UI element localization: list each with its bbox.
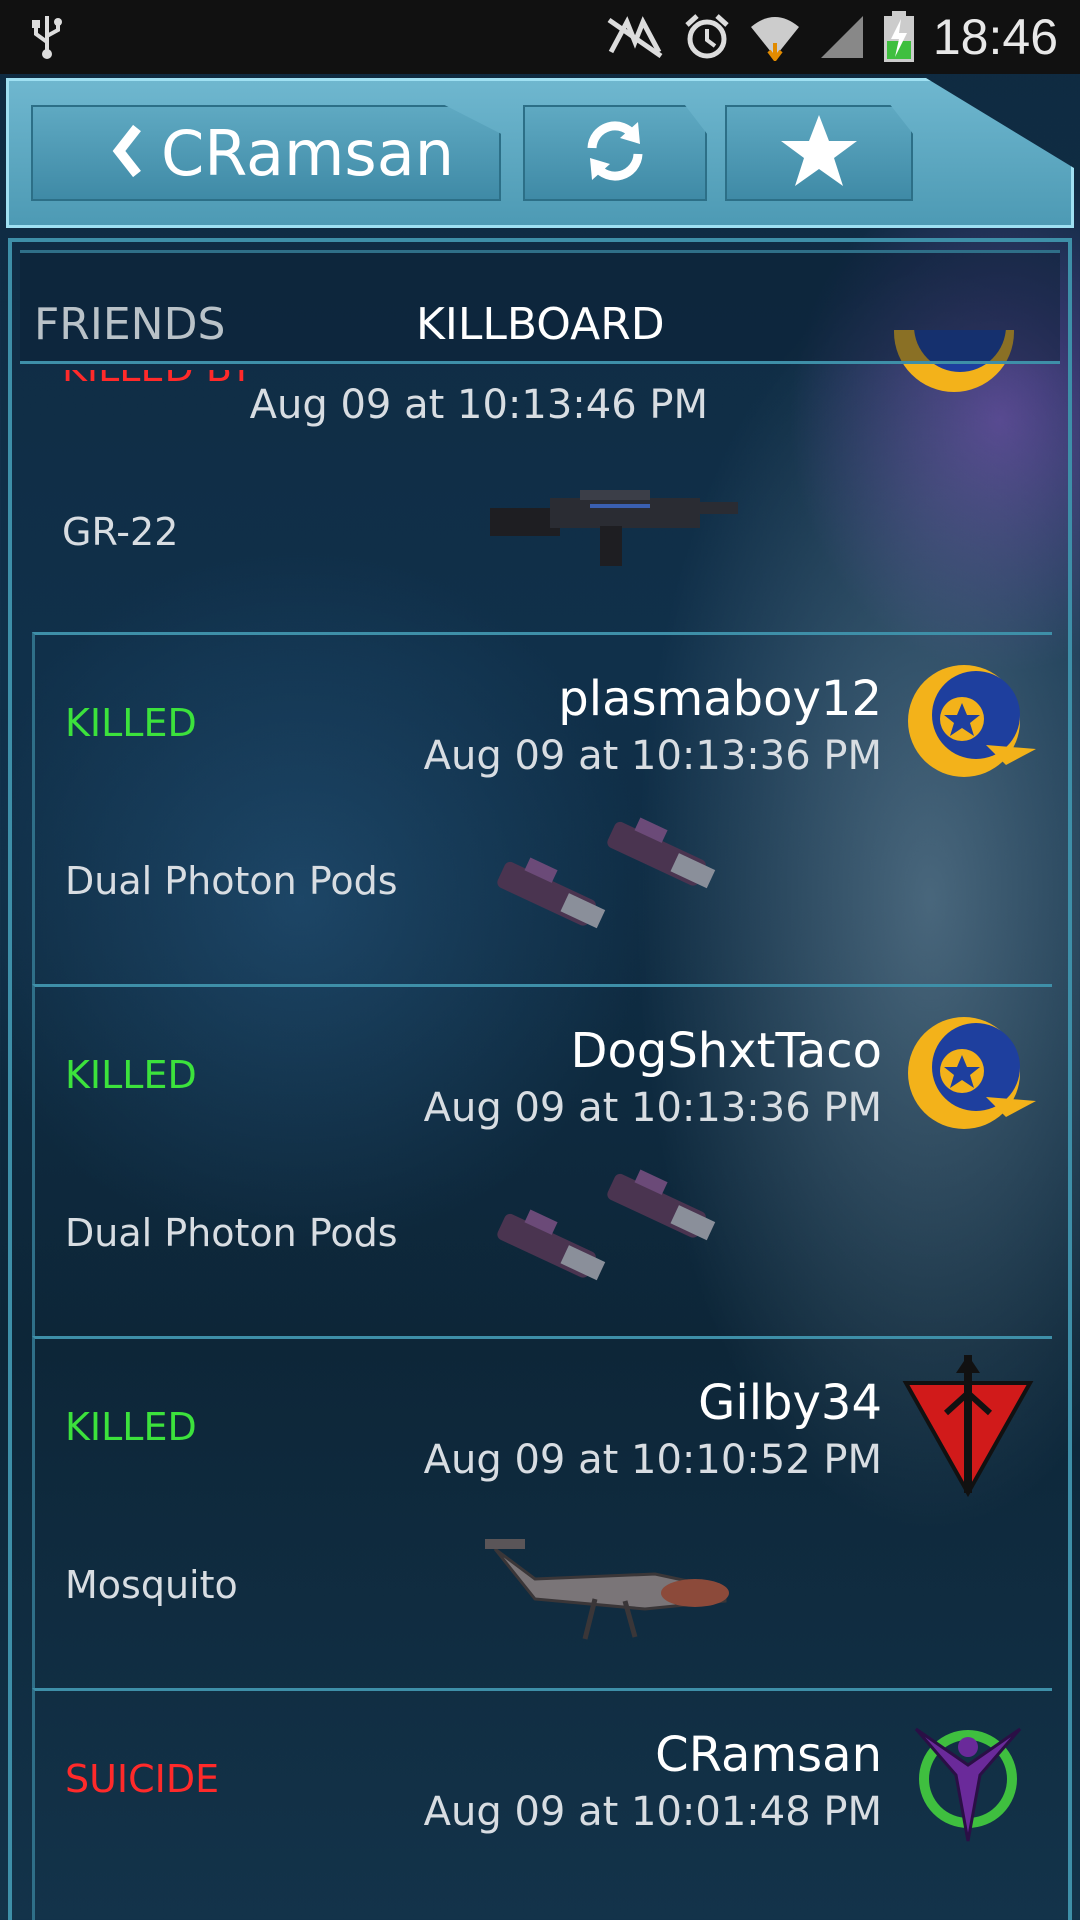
player-name: Gilby34 (698, 1375, 882, 1431)
kill-timestamp: Aug 09 at 10:10:52 PM (423, 1437, 882, 1483)
favorite-button[interactable] (725, 105, 913, 201)
kill-timestamp: Aug 09 at 10:13:36 PM (423, 733, 882, 779)
vanu-sovereignty-emblem-icon (896, 1705, 1040, 1849)
killboard-row[interactable]: SUICIDE CRamsan Aug 09 at 10:01:48 PM (32, 1688, 1052, 1920)
killboard-row[interactable]: KILLED plasmaboy12 Aug 09 at 10:13:36 PM… (32, 632, 1052, 987)
back-button[interactable]: CRamsan (31, 105, 501, 201)
player-name: DogShxtTaco (570, 1023, 882, 1079)
kill-status: KILLED (65, 1405, 197, 1449)
status-time: 18:46 (932, 9, 1058, 65)
chevron-left-icon (111, 124, 145, 182)
tab-killboard[interactable]: KILLBOARD (416, 299, 665, 350)
battery-charging-icon (883, 11, 915, 63)
status-bar: 18:46 (0, 0, 1080, 74)
wifi-icon (749, 13, 801, 61)
weapon-name: Dual Photon Pods (65, 1211, 398, 1255)
kill-status: KILLED (65, 1053, 197, 1097)
terran-republic-emblem-icon (896, 1001, 1040, 1145)
usb-icon (30, 14, 64, 60)
player-name: plasmaboy12 (558, 671, 882, 727)
partial-weapon: GR-22 (62, 510, 179, 554)
action-bar: CRamsan (6, 78, 1074, 228)
killboard-row[interactable]: KILLED Gilby34 Aug 09 at 10:10:52 PM Mos… (32, 1336, 1052, 1691)
kill-status: KILLED (65, 701, 197, 745)
weapon-name: Mosquito (65, 1563, 238, 1607)
signal-icon (819, 14, 865, 60)
weapon-name: Dual Photon Pods (65, 859, 398, 903)
page-title: CRamsan (161, 116, 454, 190)
refresh-button[interactable] (523, 105, 707, 201)
refresh-icon (580, 116, 650, 190)
kill-status: SUICIDE (65, 1757, 220, 1801)
rifle-image (490, 480, 740, 574)
terran-republic-emblem-icon (896, 649, 1040, 793)
tab-friends[interactable]: FRIENDS (34, 299, 225, 350)
no-nfc-icon (605, 16, 665, 58)
partial-timestamp: Aug 09 at 10:13:46 PM (249, 382, 708, 428)
star-icon (779, 113, 859, 193)
photon-pods-image (475, 815, 775, 945)
killboard-row[interactable]: KILLED DogShxtTaco Aug 09 at 10:13:36 PM… (32, 984, 1052, 1339)
terran-red-emblem-icon (896, 1353, 1040, 1498)
photon-pods-image (475, 1167, 775, 1297)
kill-timestamp: Aug 09 at 10:01:48 PM (423, 1789, 882, 1835)
mosquito-image (475, 1519, 775, 1649)
tab-strip: FRIENDS KILLBOARD (20, 250, 1060, 364)
kill-timestamp: Aug 09 at 10:13:36 PM (423, 1085, 882, 1131)
alarm-icon (683, 13, 731, 61)
player-name: CRamsan (655, 1727, 882, 1783)
